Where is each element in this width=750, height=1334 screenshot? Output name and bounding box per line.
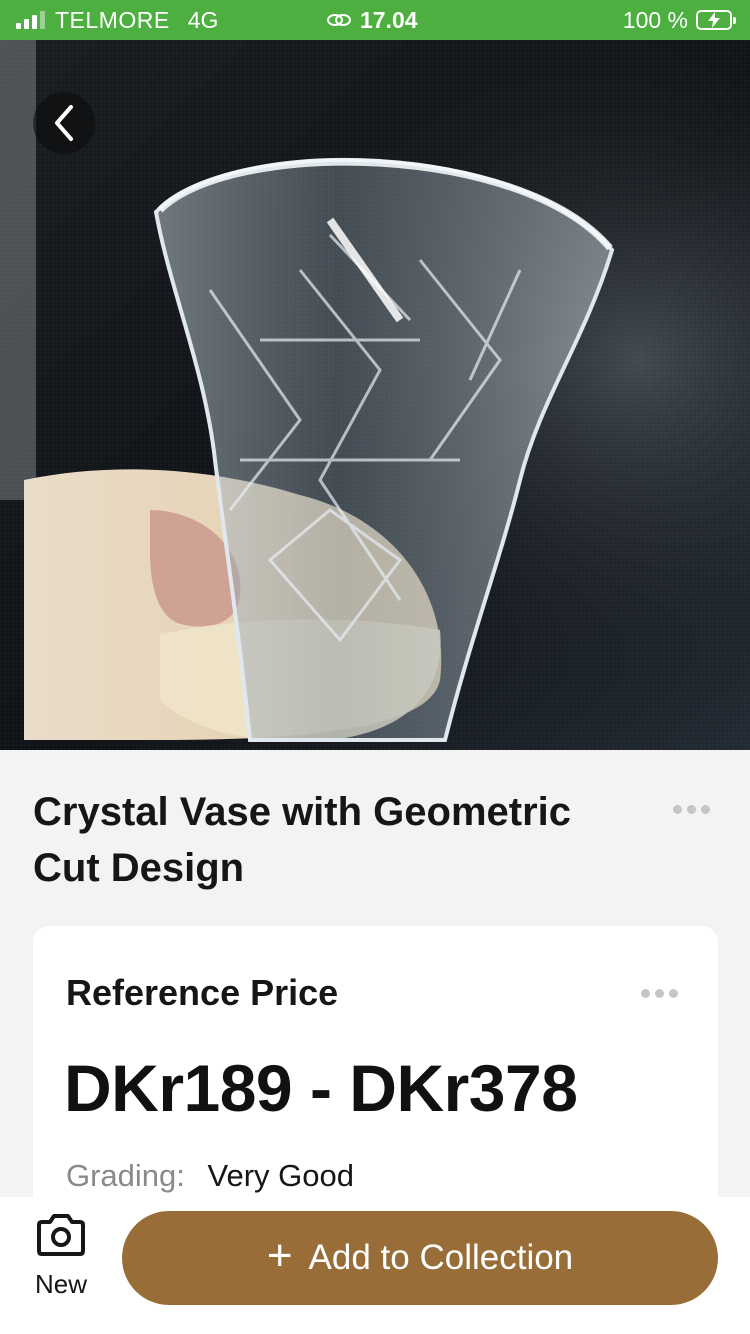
network-type: 4G	[187, 6, 219, 33]
item-photo	[0, 40, 750, 750]
add-to-collection-label: Add to Collection	[308, 1238, 574, 1277]
grading-row: Grading: Very Good	[66, 1158, 354, 1194]
status-bar-right: 100 %	[622, 0, 736, 40]
screen-lock-icon	[326, 7, 352, 34]
new-label: New	[34, 1269, 87, 1299]
bottom-action-bar: New + Add to Collection	[0, 1197, 750, 1334]
card-title: Reference Price	[66, 972, 339, 1013]
item-title: Crystal Vase with Geometric Cut Design	[33, 790, 572, 890]
grading-value: Very Good	[207, 1158, 355, 1193]
battery-charging-icon	[696, 10, 736, 30]
item-more-options-icon[interactable]	[673, 805, 710, 814]
add-to-collection-button[interactable]: + Add to Collection	[122, 1211, 718, 1305]
grading-label: Grading:	[66, 1158, 185, 1193]
status-bar-center: 17.04	[326, 0, 418, 40]
status-bar-left: TELMORE 4G	[16, 0, 218, 40]
status-time: 17.04	[360, 6, 418, 33]
plus-icon: +	[266, 1231, 293, 1280]
price-range: DKr189 - DKr378	[64, 1051, 578, 1125]
crystal-vase-photo	[0, 40, 750, 750]
status-bar: TELMORE 4G 17.04 100 %	[0, 0, 750, 40]
card-more-options-icon[interactable]	[641, 989, 678, 998]
carrier-name: TELMORE	[55, 6, 170, 33]
new-scan-button[interactable]: New	[22, 1213, 100, 1313]
camera-icon	[37, 1214, 85, 1256]
back-button[interactable]	[33, 92, 95, 154]
battery-percent: 100 %	[622, 6, 688, 33]
signal-strength-icon	[16, 11, 45, 29]
chevron-left-icon	[55, 105, 73, 141]
